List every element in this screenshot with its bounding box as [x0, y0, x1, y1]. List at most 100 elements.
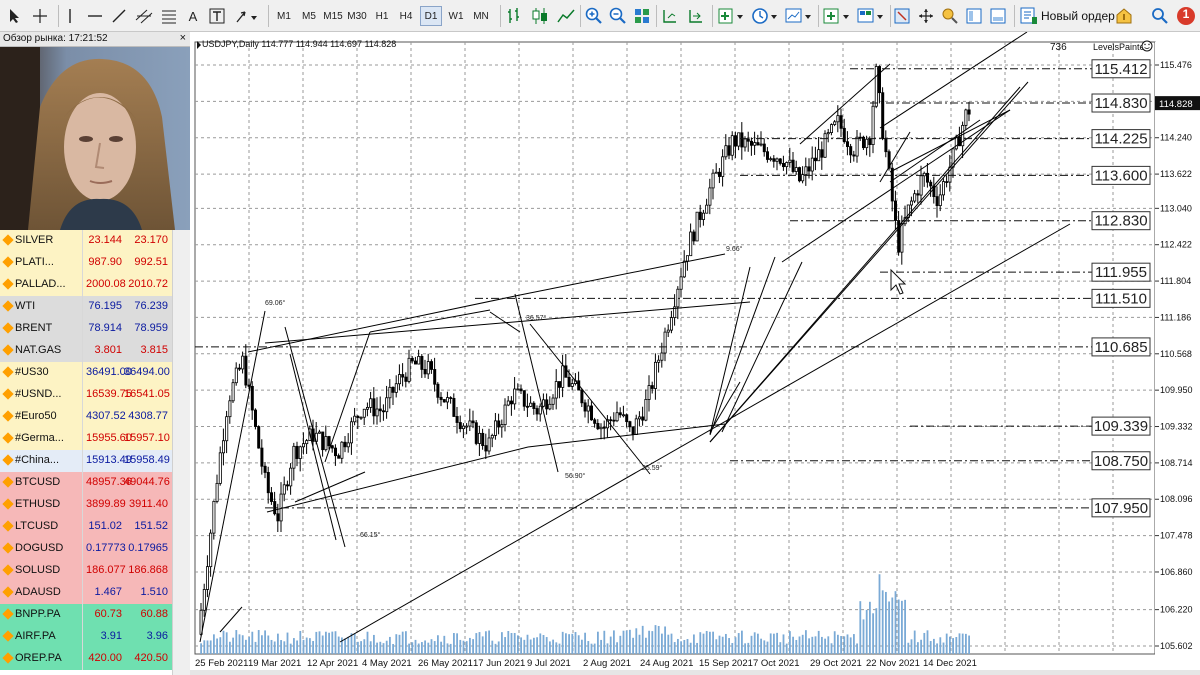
date-tick-label: 9 Jul 2021	[527, 658, 571, 669]
periods-clock-icon[interactable]	[750, 5, 780, 27]
market-watch-row[interactable]: BTCUSD 48957.36 49044.76	[0, 472, 172, 494]
timeframe-m30-button[interactable]: M30	[346, 6, 368, 26]
channel-tool-icon[interactable]	[134, 5, 154, 27]
volume-bar	[664, 626, 666, 654]
text-tool-icon[interactable]: A	[186, 5, 200, 27]
ask-price: 4308.77	[128, 410, 168, 422]
new-order-button[interactable]: Новый ордер	[1020, 5, 1115, 27]
market-watch-row[interactable]: BNPP.PA 60.73 60.88	[0, 604, 172, 626]
market-watch-row[interactable]: PLATI... 987.90 992.51	[0, 252, 172, 274]
market-watch-row[interactable]: NAT.GAS 3.801 3.815	[0, 340, 172, 362]
autoscroll-icon[interactable]	[686, 5, 706, 27]
terminal-window-icon[interactable]	[988, 5, 1008, 27]
market-watch-header: Обзор рынка: 17:21:52 ×	[0, 32, 190, 47]
symbol-cell: AIRF.PA	[2, 630, 56, 642]
new-chart-icon[interactable]	[822, 5, 852, 27]
bid-price: 15955.60	[86, 432, 132, 444]
market-watch-row[interactable]: DOGUSD 0.17773 0.17965	[0, 538, 172, 560]
profiles-icon[interactable]	[856, 5, 886, 27]
price-chart[interactable]: 25 Feb 2021 19 Mar 2021 12 Apr 2021 4 May 2…	[190, 32, 1200, 675]
market-watch-row[interactable]: LTCUSD 151.02 151.52	[0, 516, 172, 538]
horizontal-line-tool-icon[interactable]	[86, 5, 104, 27]
tile-windows-icon[interactable]	[632, 5, 652, 27]
bar-chart-icon[interactable]	[504, 5, 524, 27]
timeframe-h4-button[interactable]: H4	[395, 6, 417, 26]
market-watch-row[interactable]: #Germa... 15955.60 15957.10	[0, 428, 172, 450]
market-watch-row[interactable]: #China... 15913.49 15958.49	[0, 450, 172, 472]
vertical-line-tool-icon[interactable]	[64, 5, 76, 27]
market-watch-row[interactable]: #Euro50 4307.52 4308.77	[0, 406, 172, 428]
data-window-icon[interactable]	[964, 5, 984, 27]
symbol-diamond-icon	[2, 586, 14, 598]
volume-bar	[683, 639, 686, 654]
line-chart-icon[interactable]	[556, 5, 576, 27]
candle-body	[260, 447, 264, 467]
timeframe-mn-button[interactable]: MN	[470, 6, 492, 26]
market-watch-row[interactable]: #US30 36491.00 36494.00	[0, 362, 172, 384]
candle-body	[270, 492, 274, 502]
chart-shift-icon[interactable]	[660, 5, 680, 27]
zoom-out-icon[interactable]	[608, 5, 628, 27]
market-watch-row[interactable]: PALLAD... 2000.08 2010.72	[0, 274, 172, 296]
candle-body	[743, 138, 747, 148]
market-watch-row[interactable]: SOLUSD 186.077 186.868	[0, 560, 172, 582]
candle-body	[858, 136, 862, 139]
market-watch-row[interactable]: SILVER 23.144 23.170	[0, 230, 172, 252]
candle-body	[794, 167, 798, 172]
date-tick-label: 2 Aug 2021	[583, 658, 631, 669]
navigator-icon[interactable]	[892, 5, 912, 27]
close-icon[interactable]: ×	[180, 32, 186, 44]
zoom-in-icon[interactable]	[584, 5, 604, 27]
symbol-diamond-icon	[2, 454, 14, 466]
candle-body	[273, 501, 277, 515]
algo-trading-icon[interactable]	[1114, 5, 1134, 27]
market-watch-row[interactable]: ETHUSD 3899.89 3911.40	[0, 494, 172, 516]
templates-icon[interactable]	[784, 5, 814, 27]
date-tick-label: 25 Feb 2021	[195, 658, 248, 669]
candle-body	[609, 419, 613, 422]
indicators-icon[interactable]	[716, 5, 746, 27]
candle-body	[650, 385, 654, 389]
volume-bar	[622, 630, 625, 654]
notifications-badge[interactable]: 1	[1176, 5, 1196, 27]
arrows-tool-icon[interactable]	[234, 5, 260, 27]
cursor-tool-icon[interactable]	[6, 5, 24, 27]
volume-bar	[814, 636, 817, 654]
text-label-tool-icon[interactable]	[208, 5, 226, 27]
timeframe-m5-button[interactable]: M5	[298, 6, 320, 26]
market-watch-row[interactable]: WTI 76.195 76.239	[0, 296, 172, 318]
experts-icon[interactable]	[940, 5, 960, 27]
market-watch-row[interactable]: #USND... 16539.75 16541.05	[0, 384, 172, 406]
market-watch-row[interactable]: ADAUSD 1.467 1.510	[0, 582, 172, 604]
candle-body	[327, 436, 331, 447]
market-watch-row[interactable]: OREP.PA 420.00 420.50	[0, 648, 172, 670]
search-icon[interactable]	[1150, 5, 1170, 27]
market-watch-row[interactable]: BRENT 78.914 78.959	[0, 318, 172, 340]
candle-body	[541, 399, 545, 407]
timeframe-h1-button[interactable]: H1	[371, 6, 393, 26]
volume-bar	[321, 635, 324, 654]
candlestick-chart-icon[interactable]	[530, 5, 550, 27]
candle-body	[321, 431, 325, 451]
symbol-diamond-icon	[2, 564, 14, 576]
market-watch-scrollbar[interactable]	[172, 230, 190, 675]
move-crosshair-icon[interactable]	[916, 5, 936, 27]
chart-bottom-strip	[190, 670, 1200, 675]
timeframe-w1-button[interactable]: W1	[445, 6, 467, 26]
candle-body	[263, 465, 267, 473]
timeframe-m1-button[interactable]: M1	[273, 6, 295, 26]
volume-bar	[408, 643, 410, 654]
chart-window[interactable]: 25 Feb 2021 19 Mar 2021 12 Apr 2021 4 May 2…	[190, 32, 1200, 675]
candle-body	[855, 136, 859, 157]
angle-label: 66.15°	[360, 531, 381, 539]
volume-bar	[414, 639, 417, 654]
column-divider	[82, 450, 83, 472]
timeframe-m15-button[interactable]: M15	[322, 6, 344, 26]
timeframe-d1-button[interactable]: D1	[420, 6, 442, 26]
fibonacci-tool-icon[interactable]	[160, 5, 178, 27]
volume-bar	[533, 637, 535, 654]
candle-body	[522, 390, 526, 407]
crosshair-tool-icon[interactable]	[30, 5, 50, 27]
market-watch-row[interactable]: AIRF.PA 3.91 3.96	[0, 626, 172, 648]
trendline-tool-icon[interactable]	[110, 5, 128, 27]
